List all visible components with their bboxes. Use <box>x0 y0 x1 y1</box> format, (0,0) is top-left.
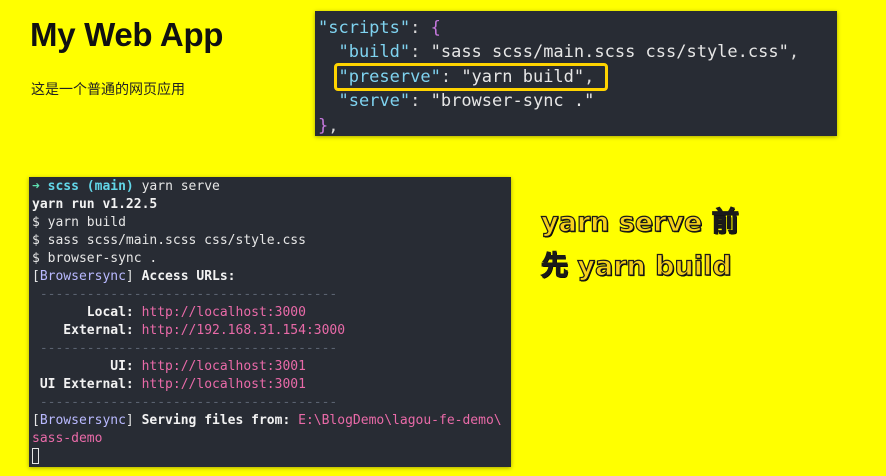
terminal-window: ➜ scss (main) yarn serve yarn run v1.22.5… <box>29 177 511 467</box>
terminal-line-segment: http://localhost:3001 <box>141 377 306 392</box>
terminal-line: [Browsersync] Serving files from: E:\Blo… <box>32 412 511 430</box>
terminal-line-segment: ] <box>125 413 142 428</box>
terminal-line-segment: Browsersync <box>39 413 126 428</box>
terminal-line: External: http://192.168.31.154:3000 <box>32 322 511 340</box>
terminal-line: $ yarn build <box>32 214 511 232</box>
terminal-line: -------------------------------------- <box>32 394 511 412</box>
terminal-line-segment: $ sass scss/main.scss css/style.css <box>32 233 306 248</box>
terminal-line: Local: http://localhost:3000 <box>32 304 511 322</box>
code-line-segment: "sass scss/main.scss css/style.css" <box>430 42 789 63</box>
terminal-line-segment: -------------------------------------- <box>32 341 338 356</box>
terminal-line-segment: (main) <box>86 179 134 194</box>
terminal-line: UI External: http://localhost:3001 <box>32 376 511 394</box>
code-line-segment: "build" <box>318 42 411 63</box>
terminal-line-segment: [ <box>32 269 40 284</box>
terminal-line: $ browser-sync . <box>32 250 511 268</box>
code-line-segment: "scripts" <box>318 18 411 38</box>
terminal-line-segment: ➜ <box>32 179 48 194</box>
terminal-line-segment: Serving files from: <box>141 413 299 428</box>
annotation-line-1: yarn serve 前 <box>540 206 739 238</box>
terminal-line: ➜ scss (main) yarn serve <box>32 178 511 196</box>
code-line-segment: : <box>410 42 431 63</box>
terminal-line-segment: $ browser-sync . <box>32 251 158 266</box>
terminal-line-segment: -------------------------------------- <box>32 395 338 410</box>
code-line-segment: : <box>410 91 431 112</box>
code-line: "build": "sass scss/main.scss css/style.… <box>318 40 837 64</box>
terminal-line-segment: Access URLs: <box>141 269 236 284</box>
terminal-line-segment: yarn serve <box>133 179 220 194</box>
annotation-line-2: 先 yarn build <box>540 250 732 282</box>
app-description: 这是一个普通的网页应用 <box>31 82 185 98</box>
app-title: My Web App <box>30 16 224 53</box>
terminal-line: $ sass scss/main.scss css/style.css <box>32 232 511 250</box>
terminal-line: -------------------------------------- <box>32 286 511 304</box>
code-line-segment: , <box>788 42 800 63</box>
terminal-line-segment: ] <box>125 269 142 284</box>
code-line-segment: "browser-sync ." <box>430 91 595 112</box>
code-line-segment: , <box>328 115 339 136</box>
terminal-prompt-line[interactable] <box>32 448 511 466</box>
terminal-line-segment: External: <box>32 323 142 338</box>
terminal-line-segment: UI External: <box>32 377 142 392</box>
terminal-line: [Browsersync] Access URLs: <box>32 268 511 286</box>
preserve-highlight-box <box>334 63 608 91</box>
terminal-line-segment: http://localhost:3000 <box>141 305 306 320</box>
code-line: "serve": "browser-sync ." <box>318 89 837 113</box>
terminal-cursor[interactable] <box>32 448 39 464</box>
terminal-line: yarn run v1.22.5 <box>32 196 511 214</box>
terminal-line-segment: scss <box>47 179 87 194</box>
terminal-line-segment: sass-demo <box>32 431 103 446</box>
code-line-segment: : <box>410 18 431 38</box>
terminal-line-segment: http://localhost:3001 <box>141 359 306 374</box>
terminal-line-segment: [ <box>32 413 40 428</box>
code-line: "scripts": { <box>318 16 837 40</box>
terminal-line: UI: http://localhost:3001 <box>32 358 511 376</box>
terminal-line-segment: UI: <box>32 359 142 374</box>
terminal-line-segment: E:\BlogDemo\lagou-fe-demo\ <box>298 413 502 428</box>
code-line: }, <box>318 114 837 138</box>
code-line-segment: } <box>318 115 329 136</box>
terminal-line: -------------------------------------- <box>32 340 511 358</box>
terminal-line-segment: Local: <box>32 305 142 320</box>
annotation-note: yarn serve 前 先 yarn build <box>540 201 739 289</box>
code-line-segment: { <box>430 18 441 38</box>
terminal-line-segment: -------------------------------------- <box>32 287 338 302</box>
terminal-line-segment: Browsersync <box>39 269 126 284</box>
code-line-segment: "serve" <box>318 91 411 112</box>
terminal-line: sass-demo <box>32 430 511 448</box>
terminal-line-segment: $ yarn build <box>32 215 126 230</box>
terminal-line-segment: yarn run v1.22.5 <box>32 197 158 212</box>
terminal-line-segment: http://192.168.31.154:3000 <box>141 323 346 338</box>
